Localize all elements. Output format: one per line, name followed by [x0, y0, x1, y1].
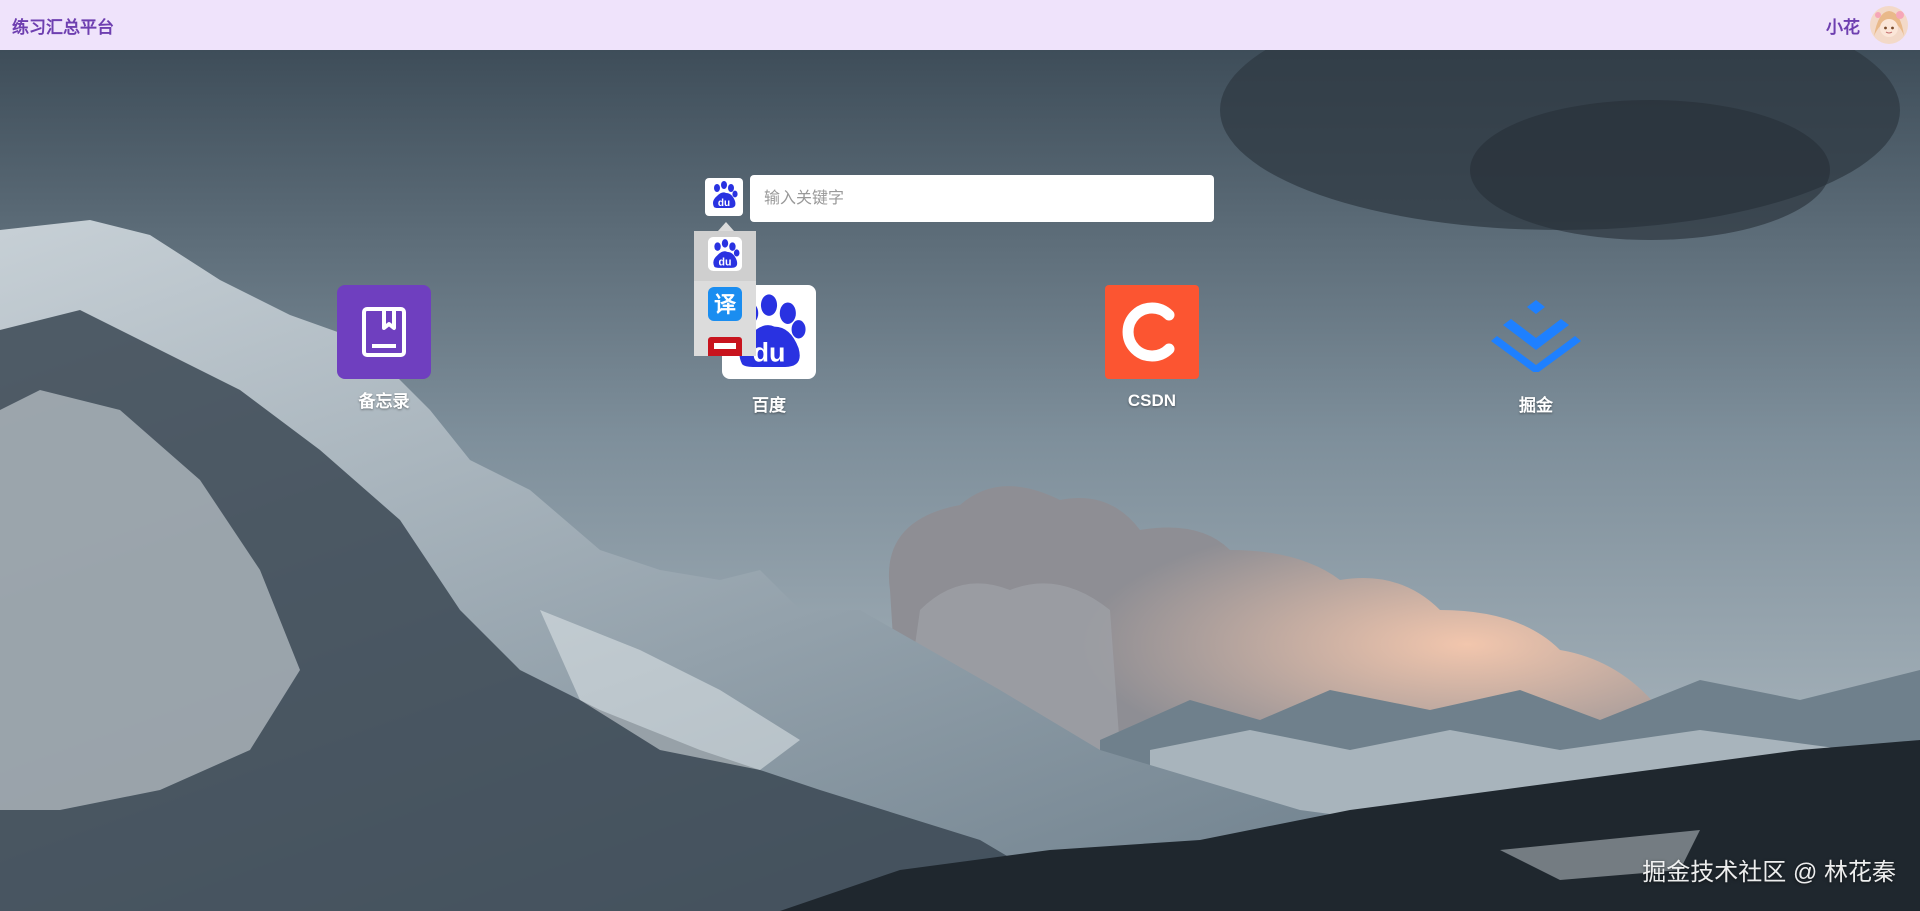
engine-option-third[interactable] [694, 331, 756, 356]
svg-text:译: 译 [714, 293, 737, 318]
csdn-icon [1105, 285, 1199, 379]
user-area[interactable]: 小花 [1826, 6, 1908, 44]
partial-icon [708, 336, 742, 356]
shortcut-juejin[interactable]: 掘金 [1488, 285, 1584, 416]
dropdown-arrow [718, 222, 734, 231]
svg-text:du: du [718, 198, 730, 209]
shortcut-label: 掘金 [1519, 396, 1553, 415]
engine-select-button[interactable]: du [705, 178, 743, 216]
svg-text:du: du [753, 338, 786, 368]
juejin-icon [1489, 285, 1583, 379]
search-input[interactable] [750, 175, 1214, 222]
engine-option-translate[interactable]: 译 [694, 281, 756, 331]
shortcut-memo[interactable]: 备忘录 [336, 285, 432, 412]
translate-icon: 译 [708, 286, 742, 326]
shortcut-label: 备忘录 [358, 392, 410, 411]
svg-text:du: du [719, 256, 732, 268]
engine-option-baidu[interactable]: du [694, 231, 756, 281]
site-title[interactable]: 练习汇总平台 [12, 13, 114, 38]
user-name[interactable]: 小花 [1826, 13, 1860, 38]
shortcut-label: CSDN [1127, 391, 1177, 410]
engine-dropdown: du 译 [694, 231, 756, 356]
watermark: 掘金技术社区 @ 林花秦 [1642, 859, 1896, 886]
baidu-icon: du [708, 236, 742, 276]
avatar[interactable] [1870, 6, 1908, 44]
notebook-icon [337, 285, 431, 379]
top-header: 练习汇总平台 小花 [0, 0, 1920, 50]
shortcut-csdn[interactable]: CSDN [1104, 285, 1200, 411]
shortcut-label: 百度 [752, 396, 786, 415]
baidu-icon: du [708, 179, 740, 216]
